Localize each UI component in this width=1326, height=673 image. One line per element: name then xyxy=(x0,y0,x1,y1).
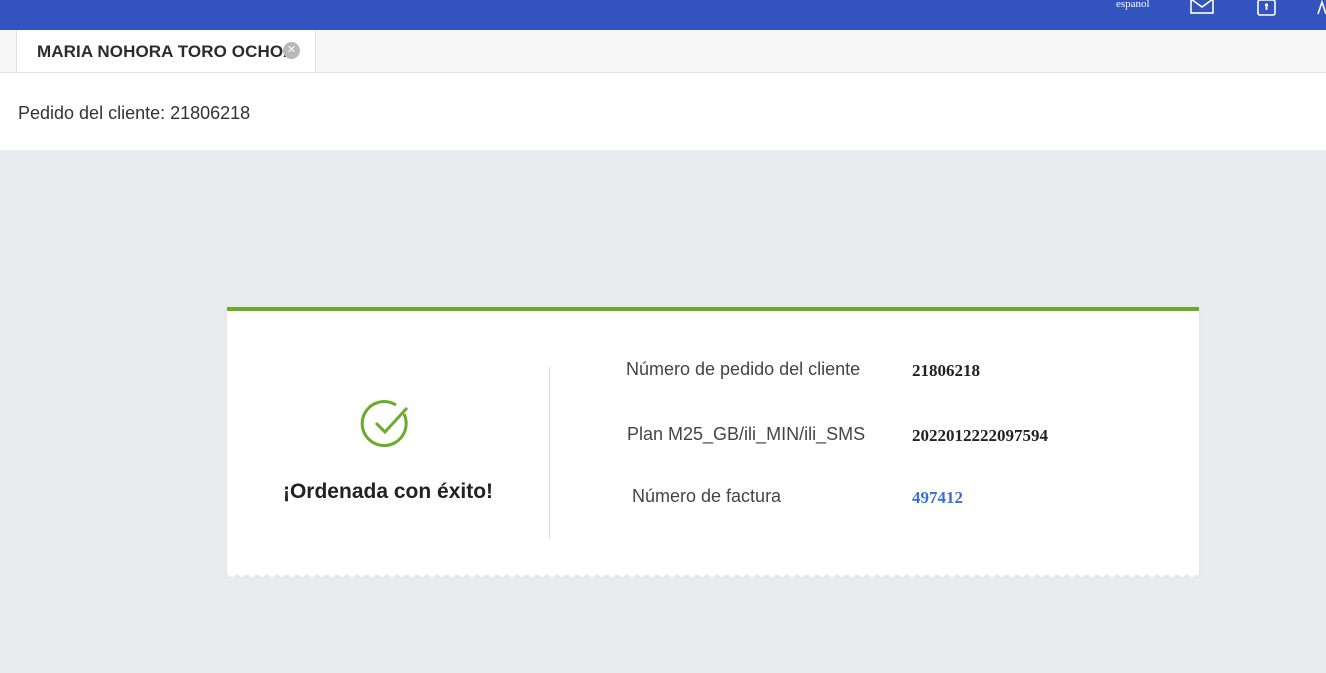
mail-icon[interactable] xyxy=(1189,0,1215,21)
check-circle-icon xyxy=(360,396,416,457)
order-success-card: ¡Ordenada con éxito! Número de pedido de… xyxy=(227,307,1199,575)
lock-icon[interactable] xyxy=(1255,0,1279,23)
plan-value: 2022012222097594 xyxy=(912,426,1048,445)
language-selector[interactable]: espanol xyxy=(1116,0,1150,10)
order-header-title: Pedido del cliente: 21806218 xyxy=(18,103,251,123)
plan-label: Plan M25_GB/ili_MIN/ili_SMS xyxy=(627,424,866,444)
invoice-number-link[interactable]: 497412 xyxy=(912,488,963,508)
order-header: Pedido del cliente: 21806218 xyxy=(0,73,1326,150)
top-bar: espanol xyxy=(0,0,1326,30)
divider xyxy=(549,367,550,539)
invoice-number-label: Número de factura xyxy=(632,486,782,506)
tab-bar: MARIA NOHORA TORO OCHOA ✕ xyxy=(0,30,1326,73)
close-icon[interactable]: ✕ xyxy=(283,42,300,59)
order-number-label: Número de pedido del cliente xyxy=(626,359,861,379)
success-message: ¡Ordenada con éxito! xyxy=(282,480,494,503)
tab-label: MARIA NOHORA TORO OCHOA xyxy=(37,42,296,61)
tab-customer[interactable]: MARIA NOHORA TORO OCHOA ✕ xyxy=(16,30,316,72)
user-icon[interactable] xyxy=(1316,0,1326,23)
order-number-value: 21806218 xyxy=(912,361,980,380)
card-scalloped-edge xyxy=(227,571,1199,579)
